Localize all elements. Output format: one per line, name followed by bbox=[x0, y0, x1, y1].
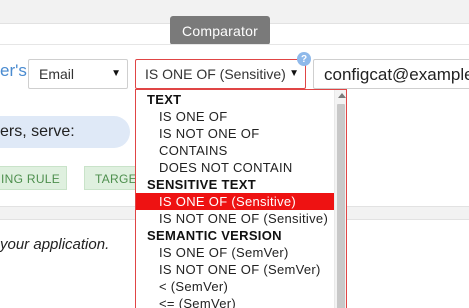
divider bbox=[0, 44, 469, 45]
comparator-dropdown: TEXT IS ONE OF IS NOT ONE OF CONTAINS DO… bbox=[135, 89, 347, 308]
option-is-one-of-sensitive[interactable]: IS ONE OF (Sensitive) bbox=[136, 193, 334, 210]
option-less-than-semver[interactable]: < (SemVer) bbox=[136, 278, 334, 295]
option-is-not-one-of-semver[interactable]: IS NOT ONE OF (SemVer) bbox=[136, 261, 334, 278]
dropdown-list: TEXT IS ONE OF IS NOT ONE OF CONTAINS DO… bbox=[136, 91, 334, 308]
option-does-not-contain[interactable]: DOES NOT CONTAIN bbox=[136, 159, 334, 176]
comparator-tab: Comparator bbox=[170, 16, 270, 45]
attribute-prefix-text: er's bbox=[0, 61, 27, 80]
serve-label: ers, serve: bbox=[0, 116, 130, 148]
scrollbar-thumb[interactable] bbox=[337, 104, 345, 308]
chevron-down-icon: ▼ bbox=[111, 68, 121, 79]
footer-text: your application. bbox=[0, 236, 110, 253]
dropdown-scrollbar[interactable] bbox=[334, 90, 346, 308]
option-is-one-of-semver[interactable]: IS ONE OF (SemVer) bbox=[136, 244, 334, 261]
attribute-select[interactable]: Email ▼ bbox=[28, 59, 128, 89]
comparator-select[interactable]: IS ONE OF (Sensitive) ▼ bbox=[135, 59, 306, 89]
group-semantic-version: SEMANTIC VERSION bbox=[147, 228, 282, 243]
option-contains[interactable]: CONTAINS bbox=[136, 142, 334, 159]
attribute-select-value: Email bbox=[39, 66, 75, 82]
chevron-down-icon: ▼ bbox=[289, 68, 299, 79]
scroll-up-icon[interactable] bbox=[338, 93, 346, 98]
comparison-value-input[interactable]: configcat@example bbox=[313, 59, 469, 89]
group-text: TEXT bbox=[147, 92, 182, 107]
comparator-select-value: IS ONE OF (Sensitive) bbox=[145, 66, 286, 82]
info-icon[interactable]: ? bbox=[297, 52, 311, 66]
group-sensitive-text: SENSITIVE TEXT bbox=[147, 177, 256, 192]
option-is-not-one-of[interactable]: IS NOT ONE OF bbox=[136, 125, 334, 142]
option-less-equal-semver[interactable]: <= (SemVer) bbox=[136, 295, 334, 308]
rule-tag[interactable]: ING RULE bbox=[0, 166, 67, 190]
option-is-not-one-of-sensitive[interactable]: IS NOT ONE OF (Sensitive) bbox=[136, 210, 334, 227]
option-is-one-of[interactable]: IS ONE OF bbox=[136, 108, 334, 125]
